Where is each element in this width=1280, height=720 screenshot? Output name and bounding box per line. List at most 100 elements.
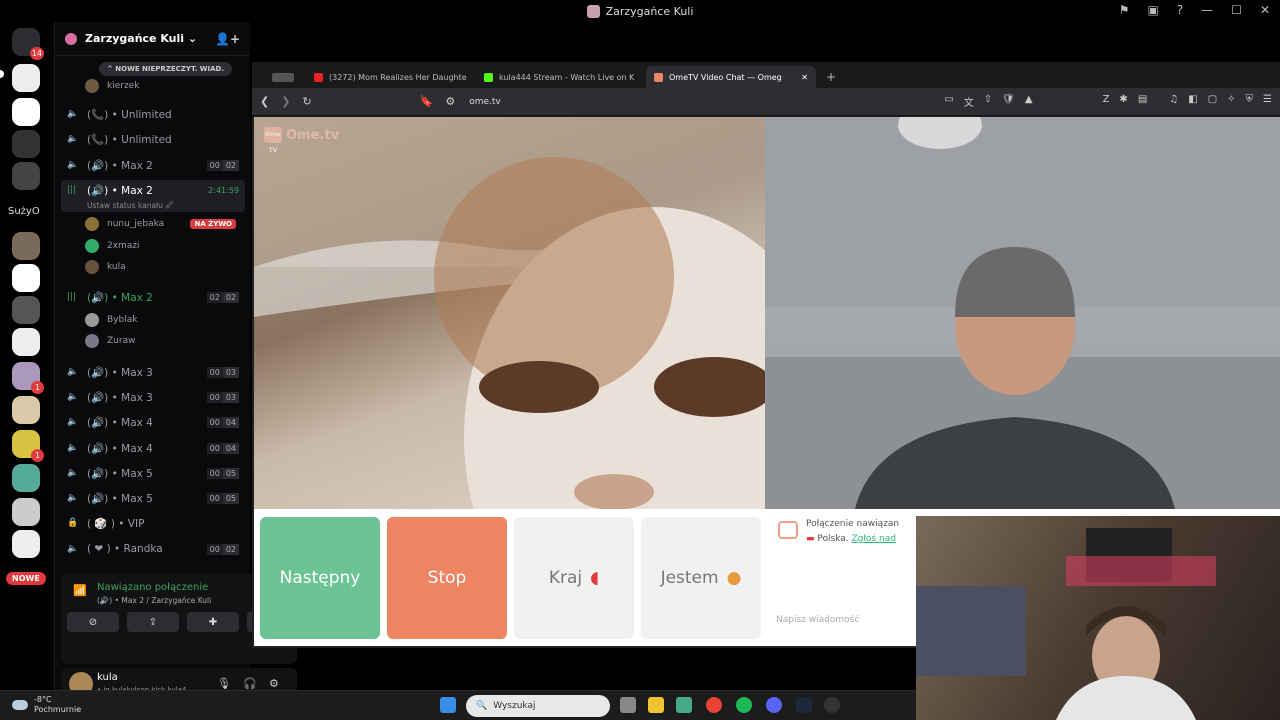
rewards-icon[interactable]: ▲ — [1025, 94, 1033, 109]
bookmark-icon[interactable]: 🔖 — [420, 95, 434, 108]
server-icon[interactable] — [12, 396, 40, 424]
voice-channel[interactable]: 🔈 (🔊) • Max 5 00 05 — [67, 464, 247, 482]
store-icon[interactable] — [676, 697, 692, 713]
tab-kick[interactable]: kula444 Stream - Watch Live on K — [476, 66, 646, 88]
new-servers-pill[interactable]: NOWE — [6, 572, 46, 585]
tab-youtube[interactable]: (3272) Mom Realizes Her Daughte — [306, 66, 476, 88]
screen-icon[interactable]: ▣ — [1147, 3, 1158, 17]
member-row[interactable]: kula — [85, 259, 126, 275]
voice-channel-active[interactable]: ||| (🔊) • Max 2 2:41:59 — [67, 181, 247, 199]
help-icon[interactable]: ? — [1177, 3, 1183, 17]
voice-channel[interactable]: 🔈 (🔊) • Max 4 00 04 — [67, 439, 247, 457]
server-icon[interactable] — [12, 162, 40, 190]
server-icon[interactable] — [12, 98, 40, 126]
maximize-button[interactable]: ☐ — [1231, 3, 1242, 17]
voice-channel[interactable]: 🔈 (🔊) • Max 4 00 04 — [67, 413, 247, 431]
voice-channel[interactable]: 🔈 (🔊) • Max 2 00 02 — [67, 156, 247, 174]
server-icon[interactable] — [12, 232, 40, 260]
brave-shield-icon[interactable]: 🛡 — [1002, 94, 1015, 109]
report-link[interactable]: Zgłoś nad — [852, 534, 896, 544]
forward-icon[interactable]: ❯ — [281, 95, 290, 108]
gender-button[interactable]: Jestem ● — [641, 517, 761, 639]
headphones-icon[interactable]: 🎧 — [243, 677, 257, 690]
screen-share-button[interactable]: ⇪ — [127, 612, 179, 632]
chrome-icon[interactable] — [706, 697, 722, 713]
member-row[interactable]: 2xmazi — [85, 238, 140, 254]
new-tab-button[interactable]: + — [816, 70, 846, 88]
member-row[interactable]: nunu_jebaka — [85, 216, 164, 232]
leo-icon[interactable]: ✧ — [1227, 94, 1235, 109]
member-row[interactable]: Zuraw — [85, 333, 135, 349]
chat-input[interactable]: Napisz wiadomość — [776, 615, 859, 625]
voice-channel-locked[interactable]: 🔒 ( 🎲 ) • VIP — [67, 514, 247, 532]
server-text-icon[interactable]: SużyO — [8, 206, 40, 217]
voice-channel[interactable]: 🔈 (🔊) • Max 3 00 03 — [67, 388, 247, 406]
server-icon[interactable] — [12, 296, 40, 324]
puzzle-icon[interactable]: ✱ — [1119, 94, 1127, 109]
steam-icon[interactable] — [796, 697, 812, 713]
menu-icon[interactable]: ☰ — [1263, 94, 1272, 109]
cast-icon[interactable]: ▭ — [944, 94, 953, 109]
username[interactable]: kula — [97, 672, 118, 683]
server-icon[interactable]: 1 — [12, 430, 44, 462]
channel-status[interactable]: Ustaw status kanału 🖉 — [87, 200, 173, 213]
settings-gear-icon[interactable]: ⚙ — [269, 677, 279, 690]
taskbar-search[interactable]: 🔍 Wyszukaj — [466, 695, 610, 717]
share-icon[interactable]: ⇧ — [984, 94, 992, 109]
member-kierzek[interactable]: kierzek — [85, 78, 139, 94]
home-dm-icon[interactable]: 14 — [12, 28, 44, 60]
avatar — [85, 79, 99, 93]
url-field[interactable]: ome.tv — [469, 97, 501, 107]
extension-icon[interactable]: Z — [1103, 94, 1110, 109]
minimize-button[interactable]: — — [1201, 3, 1213, 17]
server-icon[interactable] — [12, 464, 40, 492]
tab-ometv[interactable]: OmeTV Video Chat — Omeg ✕ — [646, 66, 816, 88]
voice-channel[interactable]: 🔈 ( ❤ ) • Randka 00 02 — [67, 540, 247, 558]
voice-location[interactable]: (🔊) • Max 2 / Zarzygańce Kuli — [97, 596, 211, 605]
server-icon[interactable] — [12, 264, 40, 292]
weather-widget[interactable]: -8°C Pochmurnie — [12, 695, 81, 715]
voice-channel[interactable]: 🔈 (📞) • Unlimited — [67, 105, 247, 123]
microphone-icon[interactable]: 🎙 — [217, 677, 231, 690]
camera-off-button[interactable]: ⊘ — [67, 612, 119, 632]
guild-header[interactable]: Zarzygańce Kuli ⌄ 👤+ — [55, 22, 250, 56]
voice-channel[interactable]: ||| (🔊) • Max 2 02 02 — [67, 288, 247, 306]
sidebar-icon[interactable]: ◧ — [1188, 94, 1197, 109]
vpn-icon[interactable]: ⛨ — [1246, 94, 1254, 109]
spotify-icon[interactable] — [736, 697, 752, 713]
reload-icon[interactable]: ↻ — [302, 95, 311, 108]
server-icon[interactable] — [12, 498, 40, 526]
activities-button[interactable]: ✚ — [187, 612, 239, 632]
close-tab-icon[interactable]: ✕ — [801, 73, 808, 82]
server-icon[interactable] — [12, 328, 40, 356]
voice-connected-label[interactable]: Nawiązano połączenie — [97, 582, 208, 593]
close-button[interactable]: ✕ — [1260, 3, 1270, 17]
add-member-icon[interactable]: 👤+ — [215, 32, 240, 46]
voice-channel[interactable]: 🔈 (🔊) • Max 5 00 05 — [67, 489, 247, 507]
task-view-icon[interactable] — [620, 697, 636, 713]
start-menu-icon[interactable] — [440, 697, 456, 713]
unread-messages-pill[interactable]: ^ NOWE NIEPRZECZYT. WIAD. — [99, 62, 232, 76]
file-explorer-icon[interactable] — [648, 697, 664, 713]
site-settings-icon[interactable]: ⚙ — [445, 95, 455, 108]
voice-channel[interactable]: 🔈 (🔊) • Max 3 00 03 — [67, 363, 247, 381]
discord-icon[interactable] — [766, 697, 782, 713]
stop-button[interactable]: Stop — [387, 517, 507, 639]
server-icon[interactable] — [12, 130, 40, 158]
media-icon[interactable]: ♫ — [1169, 94, 1178, 109]
member-row[interactable]: Byblak — [85, 312, 137, 328]
country-button[interactable]: Kraj ◖ — [514, 517, 634, 639]
obs-icon[interactable] — [824, 697, 840, 713]
inbox-icon[interactable]: ⚑ — [1119, 3, 1130, 17]
back-icon[interactable]: ❮ — [260, 95, 269, 108]
wallet-icon[interactable]: ▢ — [1208, 94, 1217, 109]
server-icon[interactable] — [12, 530, 40, 558]
channel-name: (📞) • Unlimited — [87, 108, 172, 121]
tab-search-icon[interactable]: ▤ — [1138, 94, 1147, 109]
translate-icon[interactable]: 文 — [964, 94, 974, 109]
next-button[interactable]: Następny — [260, 517, 380, 639]
voice-channel[interactable]: 🔈 (📞) • Unlimited — [67, 130, 247, 148]
server-icon[interactable] — [12, 64, 40, 92]
server-icon[interactable]: 1 — [12, 362, 44, 394]
pinned-tab[interactable] — [264, 66, 306, 88]
